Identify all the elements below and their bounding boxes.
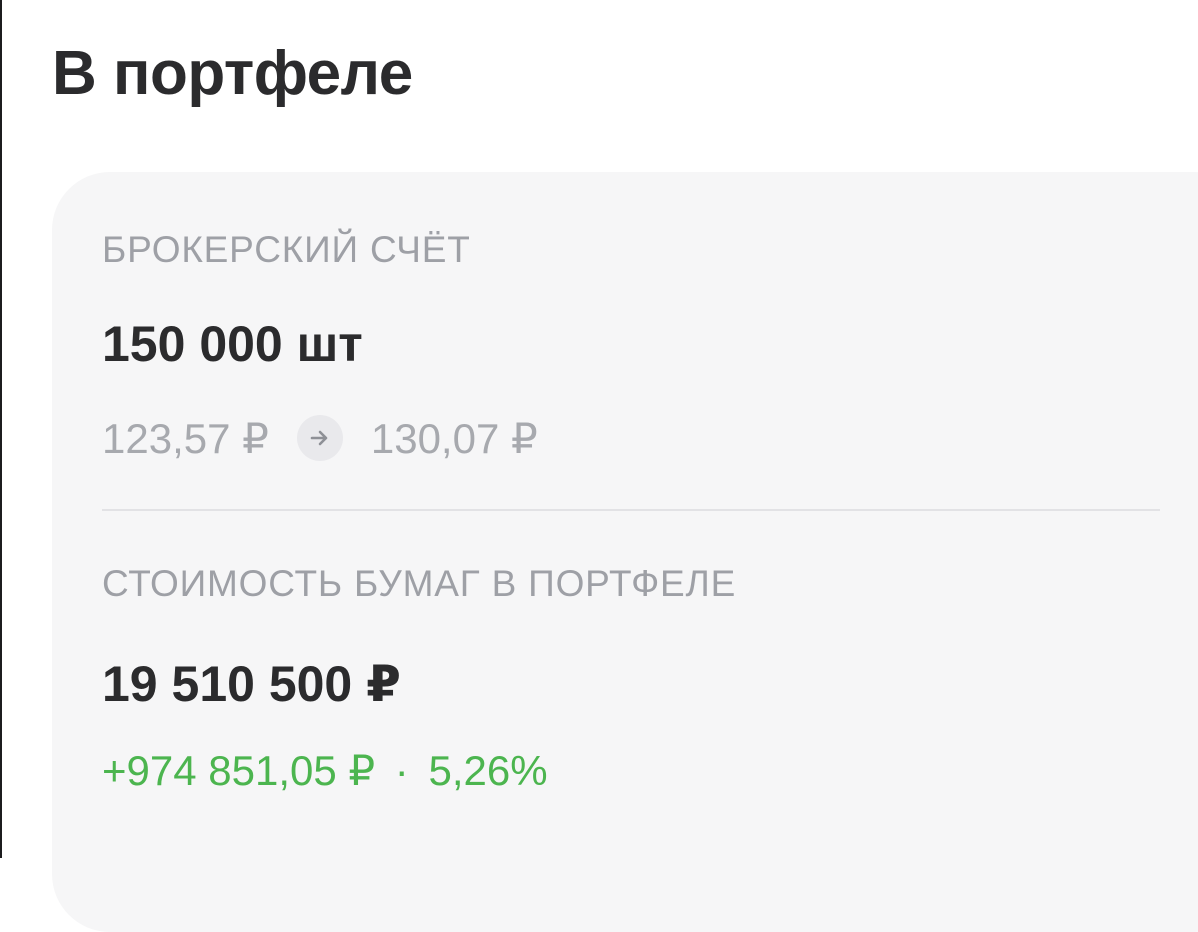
price-to: 130,07 ₽ — [370, 414, 538, 462]
page-title: В портфеле — [52, 39, 413, 108]
portfolio-value-label: СТОИМОСТЬ БУМАГ В ПОРТФЕЛЕ — [102, 563, 737, 604]
broker-account-label: БРОКЕРСКИЙ СЧЁТ — [102, 229, 471, 270]
quantity-value: 150 000 шт — [102, 316, 363, 372]
price-change-row: 123,57 ₽ 130,07 ₽ — [102, 412, 538, 464]
arrow-right-icon — [296, 415, 343, 461]
profit-change-row: +974 851,05 ₽ · 5,26% — [102, 746, 548, 796]
total-value: 19 510 500 ₽ — [102, 656, 401, 712]
profit-amount: +974 851,05 ₽ — [102, 747, 376, 794]
window-left-edge — [0, 0, 2, 858]
profit-percent: 5,26% — [428, 747, 548, 794]
price-from: 123,57 ₽ — [102, 414, 269, 462]
separator-dot: · — [394, 747, 409, 794]
section-divider — [102, 509, 1160, 511]
portfolio-card: БРОКЕРСКИЙ СЧЁТ 150 000 шт 123,57 ₽ 130,… — [52, 172, 1198, 932]
